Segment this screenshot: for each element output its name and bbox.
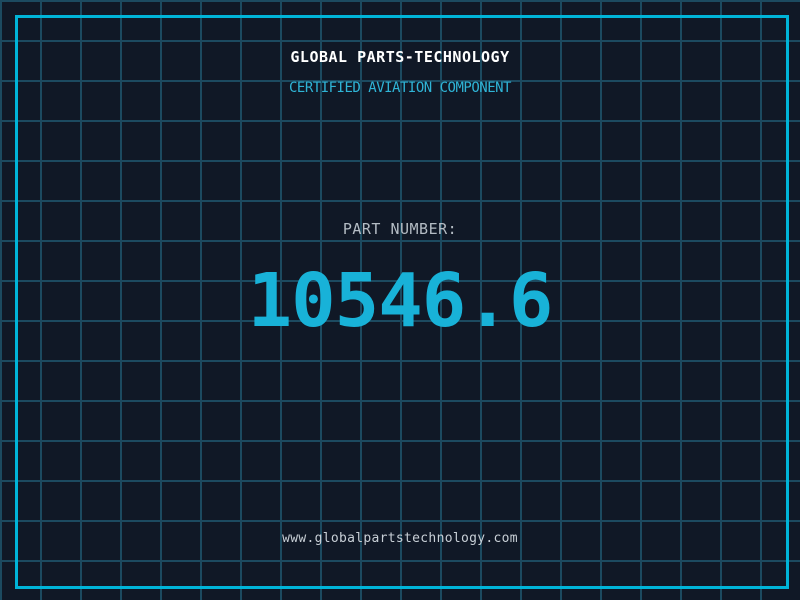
certification-subtitle: CERTIFIED AVIATION COMPONENT [288, 80, 512, 96]
company-title: GLOBAL PARTS-TECHNOLOGY [290, 48, 510, 66]
website-url: www.globalpartstechnology.com [282, 531, 518, 546]
part-label-page: GLOBAL PARTS-TECHNOLOGY CERTIFIED AVIATI… [0, 0, 800, 600]
part-number-value: 10546.6 [247, 258, 554, 344]
part-number-label: PART NUMBER: [342, 220, 458, 238]
